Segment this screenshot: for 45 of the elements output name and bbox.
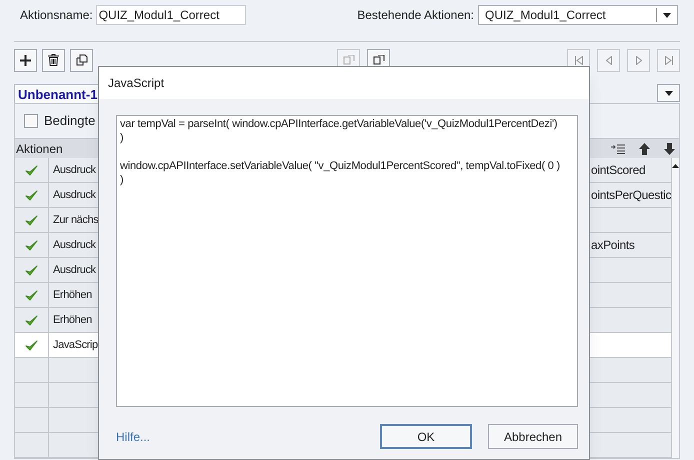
trash-icon (48, 54, 59, 66)
arrow-up-icon (639, 142, 650, 154)
copy-icon (76, 54, 88, 66)
table-cell-text: Ausdruck (53, 238, 96, 253)
table-cell-text: Ausdruck (53, 188, 96, 203)
previous-button[interactable] (597, 48, 620, 72)
dialog-title: JavaScript (108, 75, 164, 92)
dropdown-arrow-icon (664, 90, 672, 96)
table-cell-text: Ausdruck (53, 262, 96, 278)
last-icon (664, 56, 672, 64)
previous-icon (606, 56, 612, 64)
table-cell-text: axPoints (591, 237, 635, 254)
next-icon (636, 56, 642, 64)
table-cell-text: JavaScrip (53, 338, 98, 353)
dialog-button[interactable]: OK (380, 424, 472, 449)
code-editor[interactable]: var tempVal = parseInt( window.cpAPIInterface.getVariableValue('v_QuizModul1PercentDezi') ) window.cpAPIInterface.setVariableValue( "v_QuizModul1PercentScored", tempVal.toFixed( 0 ) ) (116, 115, 578, 407)
checkbox[interactable] (24, 114, 38, 128)
export-icon (372, 55, 386, 65)
import-icon (342, 55, 356, 65)
help-link[interactable]: Hilfe... (116, 428, 150, 446)
existing-actions-dropdown[interactable]: QUIZ_Modul1_Correct (478, 5, 678, 25)
plus-icon (20, 54, 31, 66)
table-cell-text: Erhöhen (53, 288, 92, 303)
delete-button[interactable] (42, 48, 65, 72)
checkbox-label: Bedingte (44, 112, 96, 130)
first-icon (574, 56, 582, 64)
column-header: Aktionen (15, 140, 63, 158)
duplicate-button[interactable] (70, 48, 93, 72)
scroll-up-icon (672, 164, 680, 168)
dropdown-button[interactable] (657, 84, 680, 102)
table-cell-text: ointScored (591, 162, 646, 179)
add-button[interactable] (14, 48, 37, 72)
dialog-button[interactable]: Abbrechen (488, 424, 578, 449)
table-cell-text: ointsPerQuestic (591, 187, 672, 204)
table-cell-text: Erhöhen (53, 312, 92, 328)
last-button[interactable] (657, 48, 680, 72)
dropdown-arrow-icon (663, 12, 671, 18)
table-cell-text: Zur nächs (53, 212, 98, 228)
field-label: Bestehende Aktionen: (357, 7, 474, 24)
next-button[interactable] (627, 48, 650, 72)
table-cell-text: Ausdruck (53, 162, 96, 178)
action-name-field[interactable]: QUIZ_Modul1_Correct (96, 5, 246, 25)
field-label: Aktionsname: (20, 7, 93, 24)
arrow-down-icon (664, 142, 675, 154)
insert-row-icon (611, 144, 625, 154)
